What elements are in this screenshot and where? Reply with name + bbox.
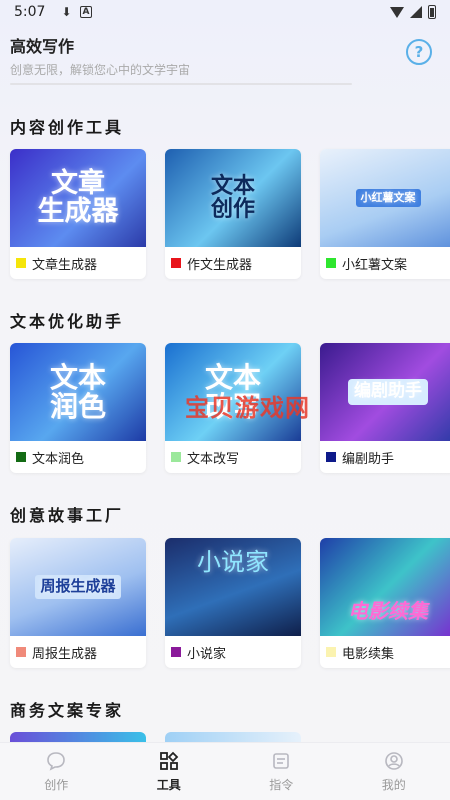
tool-card-novelist[interactable]: 小说家 小说家 <box>165 538 301 668</box>
tools-icon <box>158 750 180 772</box>
wifi-icon <box>390 6 404 18</box>
color-swatch <box>326 258 336 268</box>
card-row-story-factory: 周报生成器 周报生成器 小说家 小说家 电影续集 电影续集 <box>10 538 450 668</box>
color-swatch <box>326 647 336 657</box>
card-art-text: 编剧助手 <box>348 379 428 405</box>
profile-icon <box>383 750 405 772</box>
card-image: 文章 生成器 <box>10 149 146 247</box>
bottom-nav: 创作 工具 指令 我的 <box>0 742 450 800</box>
card-image: 编剧助手 <box>320 343 450 441</box>
header-divider <box>10 83 352 85</box>
color-swatch <box>326 452 336 462</box>
nav-item-tools[interactable]: 工具 <box>113 743 226 800</box>
tool-card-weekly-report[interactable]: 周报生成器 周报生成器 <box>10 538 146 668</box>
card-image: 周报生成器 <box>10 538 146 636</box>
card-image: 小说家 <box>165 538 301 636</box>
color-swatch <box>171 452 181 462</box>
card-label: 编剧助手 <box>342 451 395 467</box>
page-header: 高效写作 创意无限，解锁您心中的文学宇宙 ? <box>10 33 440 88</box>
tool-card-xiaohongshu-copy[interactable]: 小红薯文案 小红薯文案 <box>320 149 450 279</box>
page-subtitle: 创意无限，解锁您心中的文学宇宙 <box>10 63 191 77</box>
tool-card-screenwriter-assistant[interactable]: 编剧助手 编剧助手 <box>320 343 450 473</box>
card-label: 作文生成器 <box>187 257 253 273</box>
section-title-content-tools: 内容创作工具 <box>10 118 125 137</box>
nav-item-command[interactable]: 指令 <box>225 743 338 800</box>
color-swatch <box>171 647 181 657</box>
card-art-text: 周报生成器 <box>35 575 121 599</box>
tool-card-partial[interactable] <box>10 732 146 742</box>
card-row-content-tools: 文章 生成器 文章生成器 文本 创作 作文生成器 小红薯文案 小红薯文案 <box>10 149 450 279</box>
a-notification-icon: A <box>79 6 93 18</box>
tool-card-movie-sequel[interactable]: 电影续集 电影续集 <box>320 538 450 668</box>
card-art-text: 文本 润色 <box>49 360 106 423</box>
card-art-text: 文章 生成器 <box>37 167 119 227</box>
section-title-story-factory: 创意故事工厂 <box>10 506 125 525</box>
card-label: 文本改写 <box>187 451 240 467</box>
card-row-business-copy <box>10 732 301 742</box>
help-icon[interactable]: ? <box>406 39 432 65</box>
color-swatch <box>16 647 26 657</box>
nav-item-create[interactable]: 创作 <box>0 743 113 800</box>
card-label: 周报生成器 <box>32 646 98 662</box>
chat-bubble-icon <box>45 750 67 772</box>
color-swatch <box>16 452 26 462</box>
section-title-text-optimization: 文本优化助手 <box>10 312 125 331</box>
status-bar: 5:07 ⬇ A <box>0 0 450 24</box>
status-time: 5:07 <box>14 4 46 20</box>
tool-card-essay-generator[interactable]: 文本 创作 作文生成器 <box>165 149 301 279</box>
nav-label: 工具 <box>156 778 181 792</box>
card-label: 小说家 <box>187 646 227 662</box>
nav-label: 创作 <box>44 778 69 792</box>
color-swatch <box>16 258 26 268</box>
watermark: 宝贝游戏网 <box>185 394 310 422</box>
tool-card-text-polish[interactable]: 文本 润色 文本润色 <box>10 343 146 473</box>
tool-card-article-generator[interactable]: 文章 生成器 文章生成器 <box>10 149 146 279</box>
card-label: 文本润色 <box>32 451 85 467</box>
color-swatch <box>171 258 181 268</box>
card-art-text: 文本 创作 <box>210 173 255 222</box>
card-art-text: 小红薯文案 <box>355 189 421 207</box>
command-icon <box>270 750 292 772</box>
card-label: 电影续集 <box>342 646 395 662</box>
signal-icon <box>410 6 422 18</box>
section-title-business-copy: 商务文案专家 <box>10 701 125 720</box>
tool-card-partial[interactable] <box>165 732 301 742</box>
card-image: 文本 润色 <box>10 343 146 441</box>
battery-icon <box>428 5 436 19</box>
card-image: 电影续集 <box>320 538 450 636</box>
nav-label: 我的 <box>381 778 406 792</box>
card-art-text: 小说家 <box>197 548 269 576</box>
card-label: 文章生成器 <box>32 257 98 273</box>
card-label: 小红薯文案 <box>342 257 408 273</box>
nav-item-profile[interactable]: 我的 <box>338 743 450 800</box>
card-art-text: 电影续集 <box>348 599 428 623</box>
card-image: 文本 创作 <box>165 149 301 247</box>
card-image: 小红薯文案 <box>320 149 450 247</box>
nav-label: 指令 <box>269 778 294 792</box>
page-title: 高效写作 <box>10 37 75 56</box>
download-icon: ⬇ <box>61 5 72 19</box>
